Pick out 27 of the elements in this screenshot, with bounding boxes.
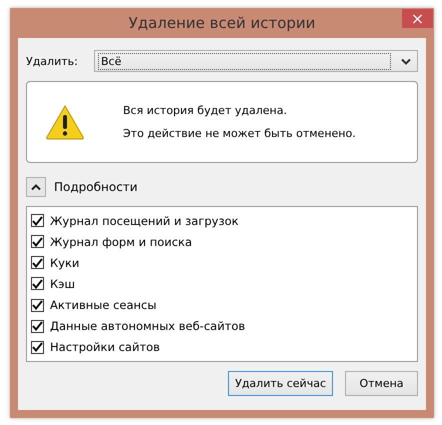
warning-text: Это действие не может быть отменено. <box>123 127 356 140</box>
range-dropdown[interactable]: Всё <box>94 50 418 72</box>
warning-icon <box>45 104 85 140</box>
range-label: Удалить: <box>26 54 79 68</box>
checkbox-label: Настройки сайтов <box>50 340 160 354</box>
checkbox-label: Данные автономных веб-сайтов <box>50 319 246 334</box>
details-label: Подробности <box>54 180 138 194</box>
dialog-button[interactable]: Удалить сейчас <box>228 371 333 396</box>
details-toggle[interactable] <box>26 177 46 197</box>
checkbox[interactable] <box>31 340 44 354</box>
checkbox[interactable] <box>31 320 44 333</box>
checkbox[interactable] <box>31 235 44 248</box>
checkbox-label: Кэш <box>50 276 75 291</box>
chevron-down-icon <box>401 58 411 64</box>
checkbox-label: Журнал посещений и загрузок <box>50 214 239 228</box>
warning-text: Вся история будет удалена. <box>123 104 288 117</box>
checkbox[interactable] <box>31 298 44 312</box>
checkbox[interactable] <box>31 214 44 228</box>
checkbox[interactable] <box>31 256 44 270</box>
checkbox-label: Куки <box>50 256 80 270</box>
checkbox-label: Активные сеансы <box>50 298 156 312</box>
close-button[interactable]: × <box>402 9 433 28</box>
checkbox-label: Журнал форм и поиска <box>50 234 192 249</box>
dialog-button[interactable]: Отмена <box>345 371 418 396</box>
chevron-up-icon <box>31 184 41 190</box>
checkbox[interactable] <box>31 277 44 290</box>
window-title: Удаление всей истории <box>128 14 316 32</box>
